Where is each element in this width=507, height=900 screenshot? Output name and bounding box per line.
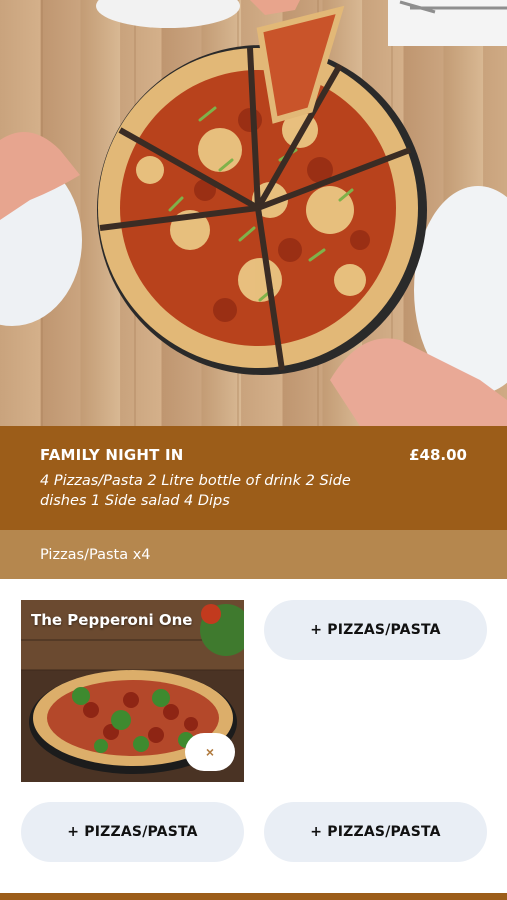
- deal-price: £48.00: [409, 446, 467, 464]
- remove-item-button[interactable]: ×: [185, 733, 235, 771]
- add-button-label: + PIZZAS/PASTA: [310, 622, 441, 638]
- add-pizza-pasta-button[interactable]: + PIZZAS/PASTA: [264, 600, 487, 660]
- pizza-photo: [0, 0, 507, 426]
- add-pizza-pasta-button[interactable]: + PIZZAS/PASTA: [21, 802, 244, 862]
- add-button-label: + PIZZAS/PASTA: [310, 824, 441, 840]
- deal-description: 4 Pizzas/Pasta 2 Litre bottle of drink 2…: [40, 473, 351, 509]
- selected-pizza-card[interactable]: The Pepperoni One ×: [21, 600, 244, 782]
- hero-pizza-image: [0, 0, 507, 426]
- selected-pizza-name: The Pepperoni One: [31, 611, 193, 629]
- section-label: Pizzas/Pasta x4: [40, 546, 151, 563]
- deal-header: FAMILY NIGHT IN £48.00 4 Pizzas/Pasta 2 …: [0, 426, 507, 530]
- add-pizza-pasta-button[interactable]: + PIZZAS/PASTA: [264, 802, 487, 862]
- deal-title: FAMILY NIGHT IN: [40, 446, 184, 464]
- bottom-section-bar: [0, 893, 507, 900]
- close-icon: ×: [205, 744, 215, 760]
- add-button-label: + PIZZAS/PASTA: [67, 824, 198, 840]
- section-header-pizzas: Pizzas/Pasta x4: [0, 530, 507, 579]
